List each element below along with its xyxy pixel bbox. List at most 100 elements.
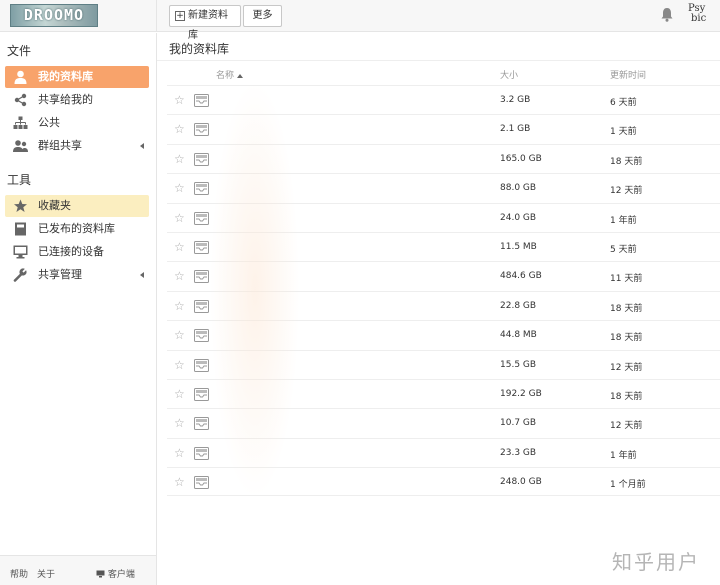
avatar-line-2: bic <box>691 13 707 24</box>
library-size: 44.8 MB <box>500 330 537 341</box>
star-outline-icon[interactable]: ☆ <box>174 270 185 282</box>
library-updated: 12 天前 <box>610 362 643 373</box>
library-size: 24.0 GB <box>500 212 537 223</box>
droomo-logo[interactable]: DROOMO <box>10 4 98 27</box>
star-outline-icon[interactable]: ☆ <box>174 94 185 106</box>
library-size: 15.5 GB <box>500 359 537 370</box>
sidebar-item-published-libraries[interactable]: 已发布的资料库 <box>5 218 149 240</box>
plus-icon: + <box>175 11 185 21</box>
star-outline-icon[interactable]: ☆ <box>174 123 185 135</box>
user-icon <box>14 70 27 84</box>
star-outline-icon[interactable]: ☆ <box>174 388 185 400</box>
library-icon <box>194 329 209 343</box>
sidebar-item-shared-with-me[interactable]: 共享给我的 <box>5 89 149 111</box>
star-outline-icon[interactable]: ☆ <box>174 447 185 459</box>
library-icon <box>194 358 209 372</box>
star-outline-icon[interactable]: ☆ <box>174 182 185 194</box>
library-size: 10.7 GB <box>500 418 537 429</box>
library-updated: 11 天前 <box>610 274 643 285</box>
sidebar-item-public[interactable]: 公共 <box>5 112 149 134</box>
avatar[interactable]: Psy bic <box>688 4 710 28</box>
library-icon <box>194 211 209 225</box>
library-size: 88.0 GB <box>500 183 537 194</box>
library-updated: 1 年前 <box>610 450 637 461</box>
library-updated: 5 天前 <box>610 244 637 255</box>
book-icon <box>15 222 26 236</box>
star-icon <box>14 199 27 212</box>
sidebar-item-group-share[interactable]: 群组共享 <box>5 135 149 157</box>
new-library-button[interactable]: + 新建资料库 <box>169 5 241 41</box>
client-link[interactable]: 客户端 <box>96 567 135 580</box>
more-button[interactable]: 更多 <box>243 5 282 27</box>
library-icon <box>194 270 209 284</box>
library-size: 192.2 GB <box>500 388 542 399</box>
sidebar-item-label: 群组共享 <box>38 139 82 152</box>
share-icon <box>14 93 27 107</box>
header-divider <box>156 0 157 32</box>
title-divider <box>157 60 720 61</box>
library-updated: 1 年前 <box>610 215 637 226</box>
star-outline-icon[interactable]: ☆ <box>174 300 185 312</box>
star-outline-icon[interactable]: ☆ <box>174 153 185 165</box>
library-updated: 18 天前 <box>610 156 643 167</box>
sidebar-item-favorites[interactable]: 收藏夹 <box>5 195 149 217</box>
sidebar-item-share-admin[interactable]: 共享管理 <box>5 264 149 286</box>
column-header-size[interactable]: 大小 <box>500 68 518 81</box>
sidebar-item-label: 公共 <box>38 116 60 129</box>
library-icon <box>194 387 209 401</box>
page-title: 我的资料库 <box>169 42 230 56</box>
help-link[interactable]: 帮助 <box>10 567 28 580</box>
about-link[interactable]: 关于 <box>37 567 55 580</box>
group-icon <box>13 140 28 152</box>
library-updated: 18 天前 <box>610 391 643 402</box>
library-updated: 1 个月前 <box>610 480 646 491</box>
sidebar-item-label: 收藏夹 <box>38 199 71 212</box>
library-icon <box>194 182 209 196</box>
bell-icon[interactable] <box>660 7 674 22</box>
sidebar-item-linked-devices[interactable]: 已连接的设备 <box>5 241 149 263</box>
library-icon <box>194 446 209 460</box>
wrench-icon <box>13 268 28 282</box>
monitor-icon <box>96 570 105 578</box>
library-updated: 18 天前 <box>610 333 643 344</box>
library-updated: 6 天前 <box>610 98 637 108</box>
column-header-updated[interactable]: 更新时间 <box>610 68 646 81</box>
star-outline-icon[interactable]: ☆ <box>174 241 185 253</box>
library-icon <box>194 299 209 313</box>
sidebar-item-my-libraries[interactable]: 我的资料库 <box>5 66 149 88</box>
star-outline-icon[interactable]: ☆ <box>174 212 185 224</box>
sidebar-item-label: 我的资料库 <box>38 70 93 83</box>
watermark: 知乎用户 <box>612 550 700 574</box>
library-updated: 18 天前 <box>610 303 643 314</box>
files-section-title: 文件 <box>7 44 32 58</box>
expand-arrow-icon[interactable] <box>140 143 144 149</box>
library-icon <box>194 417 209 431</box>
expand-arrow-icon[interactable] <box>140 272 144 278</box>
library-updated: 12 天前 <box>610 421 643 432</box>
sidebar-item-label: 已连接的设备 <box>38 245 104 258</box>
org-tree-icon <box>13 116 28 129</box>
library-icon <box>194 476 209 490</box>
monitor-icon <box>13 245 28 259</box>
library-icon <box>194 152 209 166</box>
library-updated: 1 天前 <box>610 127 637 138</box>
library-size: 248.0 GB <box>500 477 542 488</box>
library-icon <box>194 240 209 254</box>
library-size: 3.2 GB <box>500 95 531 105</box>
star-outline-icon[interactable]: ☆ <box>174 359 185 371</box>
library-size: 165.0 GB <box>500 153 542 164</box>
tools-section-title: 工具 <box>7 173 32 187</box>
library-size: 11.5 MB <box>500 241 537 252</box>
new-library-label: 新建资料库 <box>188 10 228 41</box>
sidebar-item-label: 共享给我的 <box>38 93 93 106</box>
sidebar-item-label: 共享管理 <box>38 268 82 281</box>
library-size: 23.3 GB <box>500 447 537 458</box>
sidebar-footer: 帮助 关于 客户端 <box>0 555 156 585</box>
star-outline-icon[interactable]: ☆ <box>174 476 185 488</box>
library-size: 22.8 GB <box>500 300 537 311</box>
star-outline-icon[interactable]: ☆ <box>174 329 185 341</box>
library-size: 484.6 GB <box>500 271 542 282</box>
library-size: 2.1 GB <box>500 124 531 135</box>
client-label: 客户端 <box>107 570 135 580</box>
star-outline-icon[interactable]: ☆ <box>174 417 185 429</box>
